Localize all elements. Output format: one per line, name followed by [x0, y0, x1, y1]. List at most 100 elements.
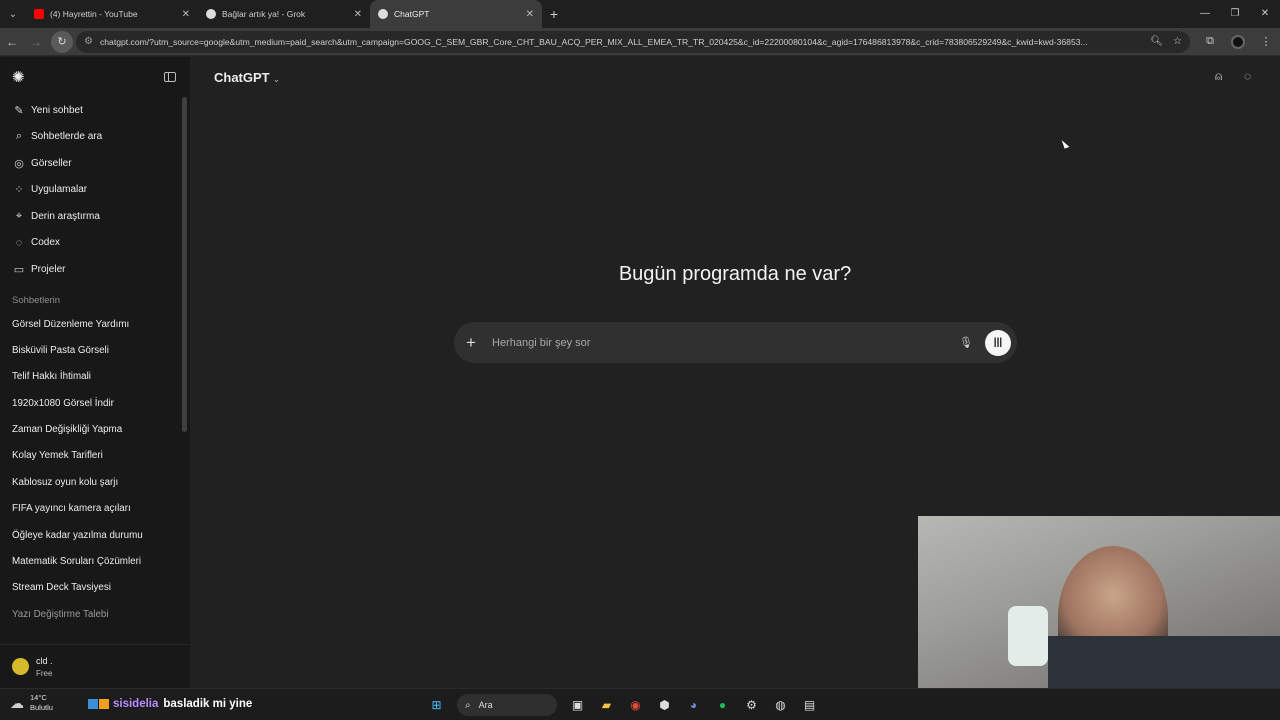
- tab-youtube[interactable]: (4) Hayrettin - YouTube ✕: [26, 0, 198, 28]
- epic-games-icon[interactable]: ▤: [795, 693, 824, 717]
- sidebar-item-label: Derin araştırma: [31, 210, 100, 222]
- tab-title: Bağlar artık ya! - Grok: [222, 9, 306, 19]
- discord-icon[interactable]: ◕: [679, 693, 708, 717]
- images-icon: ◎: [14, 157, 24, 170]
- user-plan: Free: [36, 668, 53, 678]
- apps-icon: ⁘: [14, 184, 24, 197]
- grok-icon: [206, 9, 216, 19]
- model-selector[interactable]: ChatGPT ⌄: [214, 70, 280, 85]
- chat-list-item[interactable]: FIFA yayıncı kamera açıları: [0, 496, 190, 522]
- back-arrow-icon[interactable]: ←: [0, 35, 24, 49]
- search-icon: ⌕: [15, 130, 23, 143]
- voice-mode-button[interactable]: |||: [985, 329, 1011, 356]
- bookmark-star-icon[interactable]: ☆: [1173, 36, 1182, 47]
- address-bar[interactable]: ⚙ chatgpt.com/?utm_source=google&utm_med…: [76, 30, 1190, 53]
- tab-title: ChatGPT: [394, 9, 430, 19]
- chat-list-item[interactable]: Zaman Değişikliği Yapma: [0, 417, 190, 443]
- tab-grok[interactable]: Bağlar artık ya! - Grok ✕: [198, 0, 370, 28]
- webcam-overlay: [918, 516, 1280, 688]
- profile-avatar[interactable]: [1231, 34, 1245, 49]
- sidebar-item-apps[interactable]: ⁘ Uygulamalar: [0, 177, 190, 204]
- cloud-icon: ☁: [10, 694, 24, 711]
- tab-chatgpt[interactable]: ChatGPT ✕: [370, 0, 542, 28]
- url-text: chatgpt.com/?utm_source=google&utm_mediu…: [99, 36, 1088, 47]
- sidebar-item-new-chat[interactable]: ✎ Yeni sohbet: [0, 97, 190, 124]
- sidebar-scrollbar[interactable]: [182, 97, 187, 432]
- sidebar-item-search-chats[interactable]: ⌕ Sohbetlerde ara: [0, 124, 190, 151]
- close-window-icon[interactable]: ✕: [1250, 0, 1280, 28]
- chatgpt-icon: [378, 9, 388, 19]
- taskbar: ☁ 14°C Bulutlu sisidelia basladik mi yine…: [0, 688, 1280, 720]
- spotify-icon[interactable]: ●: [708, 693, 737, 717]
- prompt-input[interactable]: [492, 327, 960, 358]
- composer: + 🎙︎ |||: [454, 322, 1017, 363]
- sidebar-item-label: Projeler: [31, 263, 66, 275]
- weather-widget[interactable]: ☁ 14°C Bulutlu: [10, 693, 53, 713]
- chevron-down-icon: ⌄: [272, 74, 281, 84]
- telescope-icon: ⌖: [15, 209, 23, 222]
- app-icon[interactable]: ◍: [766, 693, 795, 717]
- menu-kebab-icon[interactable]: ⋮: [1252, 35, 1280, 48]
- sidebar-item-codex[interactable]: ◌ Codex: [0, 230, 190, 257]
- chat-list-item[interactable]: Stream Deck Tavsiyesi: [0, 575, 190, 601]
- stream-chat-overlay: sisidelia basladik mi yine: [88, 698, 252, 710]
- avatar: [12, 658, 29, 675]
- file-explorer-icon[interactable]: ▰: [592, 693, 621, 717]
- task-view-icon[interactable]: ▣: [563, 693, 592, 717]
- taskbar-icons: ⊞ ⌕ Ara ▣ ▰ ◉ ⬢ ◕ ● ⚙ ◍ ▤: [422, 693, 824, 717]
- user-menu[interactable]: cld . Free: [0, 644, 190, 688]
- chat-list-item[interactable]: Matematik Soruları Çözümleri: [0, 549, 190, 575]
- sidebar-item-label: Görseller: [31, 157, 72, 169]
- reload-icon[interactable]: ↻: [51, 30, 73, 53]
- zoom-icon[interactable]: 🔍︎: [1150, 36, 1163, 47]
- new-tab-button[interactable]: +: [542, 6, 566, 22]
- webcam-shirt: [1048, 636, 1280, 688]
- chat-list-item[interactable]: Öğleye kadar yazılma durumu: [0, 523, 190, 549]
- sidebar-item-label: Sohbetlerde ara: [31, 131, 103, 143]
- window-controls: — ❐ ✕: [1190, 0, 1280, 28]
- openai-logo-icon[interactable]: ✺: [12, 68, 25, 86]
- chat-list-item[interactable]: Kablosuz oyun kolu şarjı: [0, 470, 190, 496]
- webcam-light: [1008, 606, 1048, 666]
- chat-list-item[interactable]: Görsel Düzenleme Yardımı: [0, 312, 190, 338]
- minimize-icon[interactable]: —: [1190, 0, 1220, 28]
- close-tab-icon[interactable]: ✕: [526, 9, 534, 20]
- taskbar-search[interactable]: ⌕ Ara: [457, 694, 557, 716]
- chat-message: basladik mi yine: [163, 698, 253, 710]
- sidebar: ✺ ✎ Yeni sohbet ⌕ Sohbetlerde ara ◎ Görs…: [0, 57, 190, 688]
- browser-tab-strip: ⌄ (4) Hayrettin - YouTube ✕ Bağlar artık…: [0, 0, 1280, 28]
- add-attachment-icon[interactable]: +: [466, 333, 486, 353]
- forward-arrow-icon[interactable]: →: [24, 35, 48, 49]
- sidebar-item-label: Codex: [31, 237, 60, 249]
- chrome-icon[interactable]: ◉: [621, 693, 650, 717]
- sidebar-item-images[interactable]: ◎ Görseller: [0, 150, 190, 177]
- tab-search-chevron-icon[interactable]: ⌄: [0, 0, 26, 28]
- windows-start-icon[interactable]: ⊞: [422, 693, 451, 717]
- sidebar-item-projects[interactable]: ▭ Projeler: [0, 256, 190, 283]
- obs-icon[interactable]: ⬢: [650, 693, 679, 717]
- chat-list-item[interactable]: Kolay Yemek Tarifleri: [0, 443, 190, 469]
- browser-toolbar: ← → ↻ ⚙ chatgpt.com/?utm_source=google&u…: [0, 28, 1280, 56]
- codex-icon: ◌: [15, 236, 23, 249]
- youtube-icon: [34, 9, 44, 19]
- temporary-chat-icon[interactable]: ◌: [1244, 69, 1251, 83]
- steam-icon[interactable]: ⚙: [737, 693, 766, 717]
- sidebar-toggle-icon[interactable]: [164, 72, 176, 82]
- close-tab-icon[interactable]: ✕: [354, 9, 362, 20]
- sidebar-item-deep-research[interactable]: ⌖ Derin araştırma: [0, 203, 190, 230]
- site-info-icon[interactable]: ⚙: [84, 36, 93, 47]
- close-tab-icon[interactable]: ✕: [182, 9, 190, 20]
- tab-title: (4) Hayrettin - YouTube: [50, 9, 138, 19]
- restore-icon[interactable]: ❐: [1220, 0, 1250, 28]
- edit-icon: ✎: [14, 104, 24, 117]
- badge-icon: [99, 698, 109, 709]
- taskbar-search-label: Ara: [478, 700, 493, 710]
- microphone-icon[interactable]: 🎙︎: [959, 336, 973, 349]
- chat-list-item[interactable]: Yazı Değiştirme Talebi: [0, 602, 190, 628]
- add-people-icon[interactable]: ⍝: [1215, 69, 1222, 84]
- chat-list-item[interactable]: Telif Hakkı İhtimali: [0, 364, 190, 390]
- chat-list-item[interactable]: Bisküvili Pasta Görseli: [0, 338, 190, 364]
- extensions-icon[interactable]: ⧉: [1196, 35, 1224, 48]
- chat-list-item[interactable]: 1920x1080 Görsel İndir: [0, 391, 190, 417]
- search-icon: ⌕: [465, 699, 471, 711]
